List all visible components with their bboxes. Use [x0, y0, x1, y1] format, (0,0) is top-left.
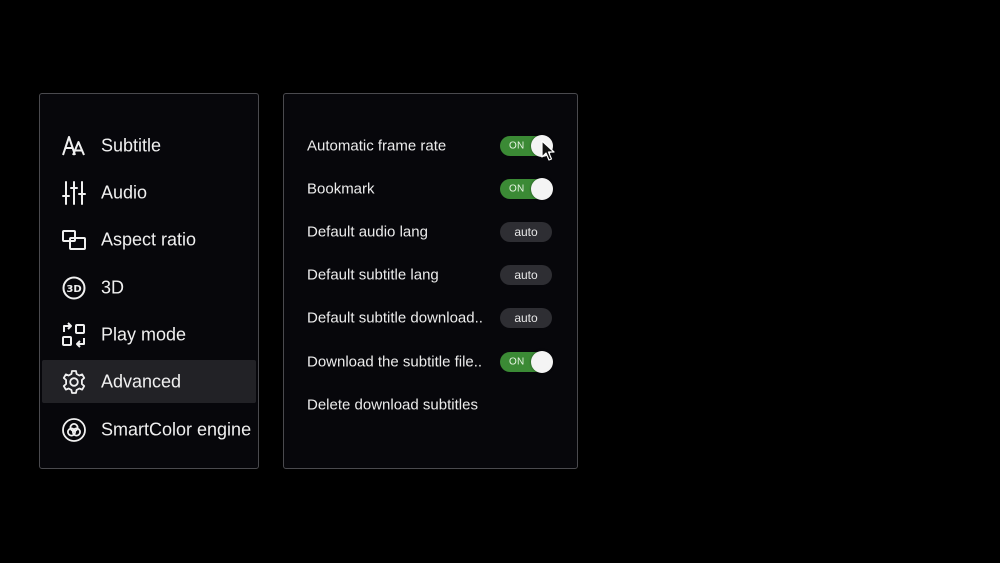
setting-label: Default subtitle download.. — [307, 309, 483, 327]
download-subtitle-file-toggle[interactable]: ON — [500, 351, 553, 373]
menu-item-audio[interactable]: Audio — [42, 171, 256, 214]
setting-default-audio-lang[interactable]: Default audio lang auto — [284, 215, 577, 249]
menu-label-3d: 3D — [101, 277, 125, 297]
setting-label: Download the subtitle file.. — [307, 353, 483, 371]
menu-item-advanced[interactable]: Advanced — [42, 360, 256, 403]
toggle-state-text: ON — [509, 140, 525, 152]
setting-default-subtitle-download[interactable]: Default subtitle download.. auto — [284, 301, 577, 335]
equalizer-icon — [61, 180, 87, 206]
setting-label: Default audio lang — [307, 223, 428, 241]
automatic-frame-rate-toggle[interactable]: ON — [500, 135, 553, 157]
gear-icon — [61, 369, 87, 395]
menu-label-smartcolor-engine: SmartColor engine — [101, 419, 252, 439]
menu-label-advanced: Advanced — [101, 371, 182, 391]
setting-automatic-frame-rate[interactable]: Automatic frame rate ON — [284, 129, 577, 163]
setting-label: Default subtitle lang — [307, 266, 439, 284]
bookmark-toggle[interactable]: ON — [500, 178, 553, 200]
3d-icon: 3D — [61, 275, 87, 301]
settings-menu-panel: Subtitle Audio Aspect ratio 3D 3D Play m… — [39, 93, 259, 469]
svg-text:3D: 3D — [66, 284, 81, 295]
setting-download-subtitle-file[interactable]: Download the subtitle file.. ON — [284, 345, 577, 379]
smartcolor-icon — [61, 417, 87, 443]
aspect-ratio-icon — [61, 227, 87, 253]
default-audio-lang-value[interactable]: auto — [500, 222, 552, 242]
menu-item-play-mode[interactable]: Play mode — [42, 313, 256, 356]
menu-item-subtitle[interactable]: Subtitle — [42, 124, 256, 167]
setting-label: Delete download subtitles — [307, 396, 478, 414]
menu-item-smartcolor-engine[interactable]: SmartColor engine — [42, 408, 256, 451]
setting-delete-download-subtitles[interactable]: Delete download subtitles — [284, 388, 577, 422]
menu-item-3d[interactable]: 3D 3D — [42, 266, 256, 309]
toggle-knob — [531, 135, 553, 157]
toggle-state-text: ON — [509, 183, 525, 195]
menu-label-subtitle: Subtitle — [101, 135, 162, 155]
toggle-knob — [531, 351, 553, 373]
default-subtitle-download-value[interactable]: auto — [500, 308, 552, 328]
menu-label-aspect-ratio: Aspect ratio — [101, 229, 197, 249]
menu-label-audio: Audio — [101, 182, 148, 202]
play-mode-icon — [61, 321, 87, 348]
setting-default-subtitle-lang[interactable]: Default subtitle lang auto — [284, 258, 577, 292]
subtitle-icon — [61, 133, 87, 159]
setting-label: Bookmark — [307, 180, 375, 198]
toggle-knob — [531, 178, 553, 200]
advanced-settings-panel: Automatic frame rate ON Bookmark ON Defa… — [283, 93, 578, 469]
toggle-state-text: ON — [509, 356, 525, 368]
menu-item-aspect-ratio[interactable]: Aspect ratio — [42, 218, 256, 261]
setting-label: Automatic frame rate — [307, 137, 447, 155]
default-subtitle-lang-value[interactable]: auto — [500, 265, 552, 285]
setting-bookmark[interactable]: Bookmark ON — [284, 172, 577, 206]
menu-label-play-mode: Play mode — [101, 324, 187, 344]
